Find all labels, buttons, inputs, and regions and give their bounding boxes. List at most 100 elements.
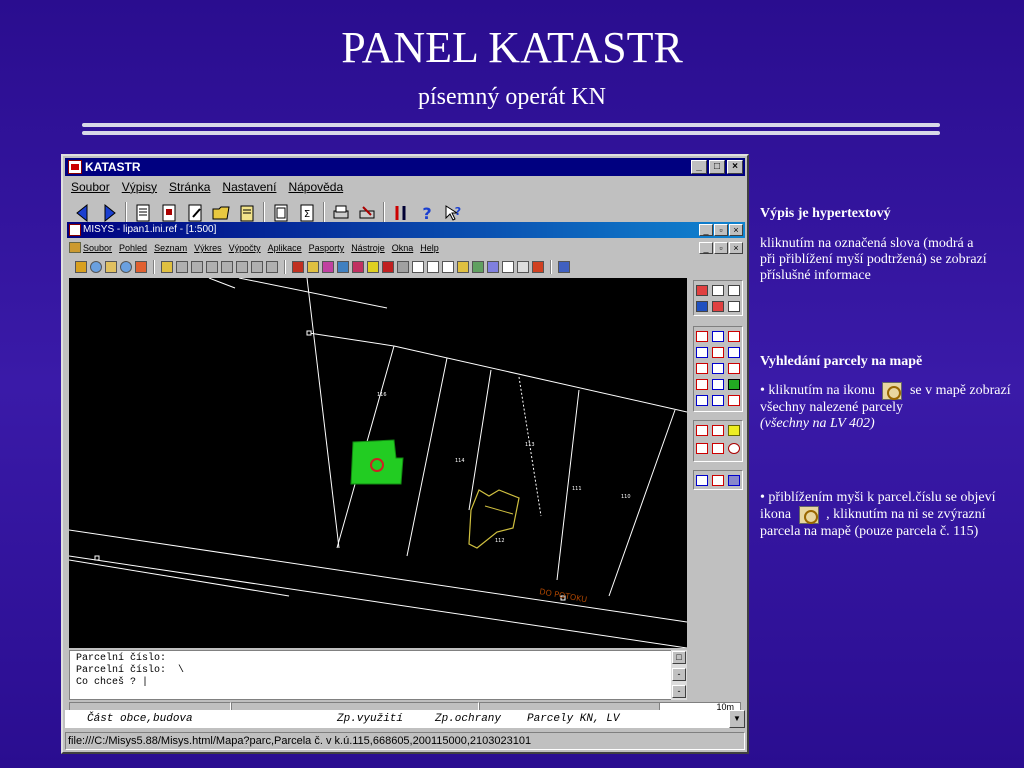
field-parcely-kn-lv[interactable]: Parcely KN, LV xyxy=(527,710,619,728)
page-icon[interactable] xyxy=(412,261,424,273)
misys-menu-vypocty[interactable]: Výpočty xyxy=(229,240,261,256)
page-play-icon[interactable] xyxy=(728,379,740,390)
highlight-pointer-icon[interactable] xyxy=(728,425,740,436)
page-rewind-icon[interactable] xyxy=(696,395,708,406)
misys-menu-nastroje[interactable]: Nástroje xyxy=(351,240,385,256)
redo-icon[interactable] xyxy=(712,285,724,296)
dropdown-arrow-icon[interactable]: ▼ xyxy=(729,710,745,728)
page-building-icon[interactable] xyxy=(442,261,454,273)
mdi-minimize-button[interactable]: _ xyxy=(699,242,713,254)
point-tool-icon[interactable] xyxy=(206,261,218,273)
pencil-icon[interactable] xyxy=(307,261,319,273)
pan-icon[interactable] xyxy=(105,261,117,273)
page-upload-icon[interactable] xyxy=(712,395,724,406)
sum-document-icon[interactable]: Σ xyxy=(297,203,317,223)
page-red-icon[interactable] xyxy=(696,331,708,342)
network-icon[interactable] xyxy=(558,261,570,273)
field-zp-ochrany[interactable]: Zp.ochrany xyxy=(435,710,501,728)
misys-menu-pohled[interactable]: Pohled xyxy=(119,240,147,256)
page-down-icon[interactable] xyxy=(712,363,724,374)
edit-tool-icon[interactable] xyxy=(236,261,248,273)
scroll-mid-button[interactable]: - xyxy=(672,668,686,681)
highlight-icon[interactable] xyxy=(367,261,379,273)
wrench-icon[interactable] xyxy=(352,261,364,273)
print-icon[interactable] xyxy=(331,203,351,223)
window-icon[interactable] xyxy=(487,261,499,273)
list-document-icon[interactable] xyxy=(271,203,291,223)
sum-icon[interactable] xyxy=(502,261,514,273)
lasso-icon[interactable] xyxy=(728,443,740,454)
coords-icon[interactable] xyxy=(728,301,740,312)
misys-menu-pasporty[interactable]: Pasporty xyxy=(309,240,345,256)
select-pointer-icon[interactable] xyxy=(712,425,724,436)
draw-area-icon[interactable] xyxy=(728,475,740,486)
page-text-icon[interactable] xyxy=(728,331,740,342)
misys-minimize-button[interactable]: _ xyxy=(699,224,713,236)
page-grid-icon[interactable] xyxy=(712,379,724,390)
line-tool-icon[interactable] xyxy=(176,261,188,273)
console-scrollbar[interactable]: □ - - xyxy=(671,650,687,700)
field-zp-vyuziti[interactable]: Zp.využití xyxy=(337,710,403,728)
menu-napoveda[interactable]: Nápověda xyxy=(288,178,343,196)
cadastral-map[interactable]: 116 114 113 111 110 112 DO POTOKU xyxy=(69,278,687,648)
page-list-icon[interactable] xyxy=(696,379,708,390)
page-copy-icon[interactable] xyxy=(728,363,740,374)
menu-stranka[interactable]: Stránka xyxy=(169,178,210,196)
minimize-button[interactable]: _ xyxy=(691,160,707,174)
context-help-icon[interactable]: ? xyxy=(443,203,463,223)
page-picture-icon[interactable] xyxy=(728,395,740,406)
scroll-down-button[interactable]: - xyxy=(672,685,686,698)
tools-icon[interactable] xyxy=(391,203,411,223)
page-right-icon[interactable] xyxy=(728,347,740,358)
zoom-out-icon[interactable] xyxy=(120,261,132,273)
field-cast-obce[interactable]: Část obce,budova xyxy=(87,710,193,728)
misys-menu-vykres[interactable]: Výkres xyxy=(194,240,222,256)
copy-icon[interactable] xyxy=(517,261,529,273)
misys-restore-button[interactable]: ▫ xyxy=(714,224,728,236)
draw-node-icon[interactable] xyxy=(712,475,724,486)
command-console[interactable]: Parcelní číslo: Parcelní číslo: \ Co chc… xyxy=(69,650,687,700)
highlighted-building[interactable] xyxy=(350,439,404,485)
edit-document-icon[interactable] xyxy=(185,203,205,223)
page-list-icon[interactable] xyxy=(427,261,439,273)
node-move-icon[interactable] xyxy=(712,443,724,454)
menu-soubor[interactable]: Soubor xyxy=(71,178,110,196)
close-button[interactable]: × xyxy=(727,160,743,174)
page-blue-icon[interactable] xyxy=(712,331,724,342)
map-canvas[interactable]: 116 114 113 111 110 112 DO POTOKU xyxy=(69,278,687,648)
parcel-outline[interactable] xyxy=(468,489,520,549)
maximize-button[interactable]: □ xyxy=(709,160,725,174)
parcel-icon[interactable] xyxy=(337,261,349,273)
zoom-in-icon[interactable] xyxy=(90,261,102,273)
menu-vypisy[interactable]: Výpisy xyxy=(122,178,157,196)
forward-arrow-icon[interactable] xyxy=(99,203,119,223)
grid-tool-icon[interactable] xyxy=(251,261,263,273)
page-left-icon[interactable] xyxy=(696,347,708,358)
cut-icon[interactable] xyxy=(532,261,544,273)
pointer-icon[interactable] xyxy=(696,425,708,436)
node-icon[interactable] xyxy=(696,443,708,454)
misys-menu-okna[interactable]: Okna xyxy=(392,240,414,256)
measure-tool-icon[interactable] xyxy=(221,261,233,273)
undo-icon[interactable] xyxy=(696,285,708,296)
measure-icon[interactable] xyxy=(382,261,394,273)
misys-menu-aplikace[interactable]: Aplikace xyxy=(268,240,302,256)
print-small-icon[interactable] xyxy=(397,261,409,273)
folder-open-icon[interactable] xyxy=(161,261,173,273)
print-preview-icon[interactable] xyxy=(357,203,377,223)
stop-icon[interactable] xyxy=(712,301,724,312)
open-icon[interactable] xyxy=(75,261,87,273)
refresh-icon[interactable] xyxy=(135,261,147,273)
folder-icon[interactable] xyxy=(211,203,231,223)
help-icon[interactable]: ? xyxy=(417,203,437,223)
misys-menu-soubor[interactable]: Soubor xyxy=(83,240,112,256)
globe-icon[interactable] xyxy=(472,261,484,273)
delete-tool-icon[interactable] xyxy=(266,261,278,273)
building-document-icon[interactable] xyxy=(159,203,179,223)
back-arrow-icon[interactable] xyxy=(73,203,93,223)
katastr-icon[interactable] xyxy=(292,261,304,273)
cross-icon[interactable] xyxy=(728,285,740,296)
menu-nastaveni[interactable]: Nastavení xyxy=(222,178,276,196)
document-icon[interactable] xyxy=(133,203,153,223)
scroll-up-button[interactable]: □ xyxy=(672,651,686,664)
